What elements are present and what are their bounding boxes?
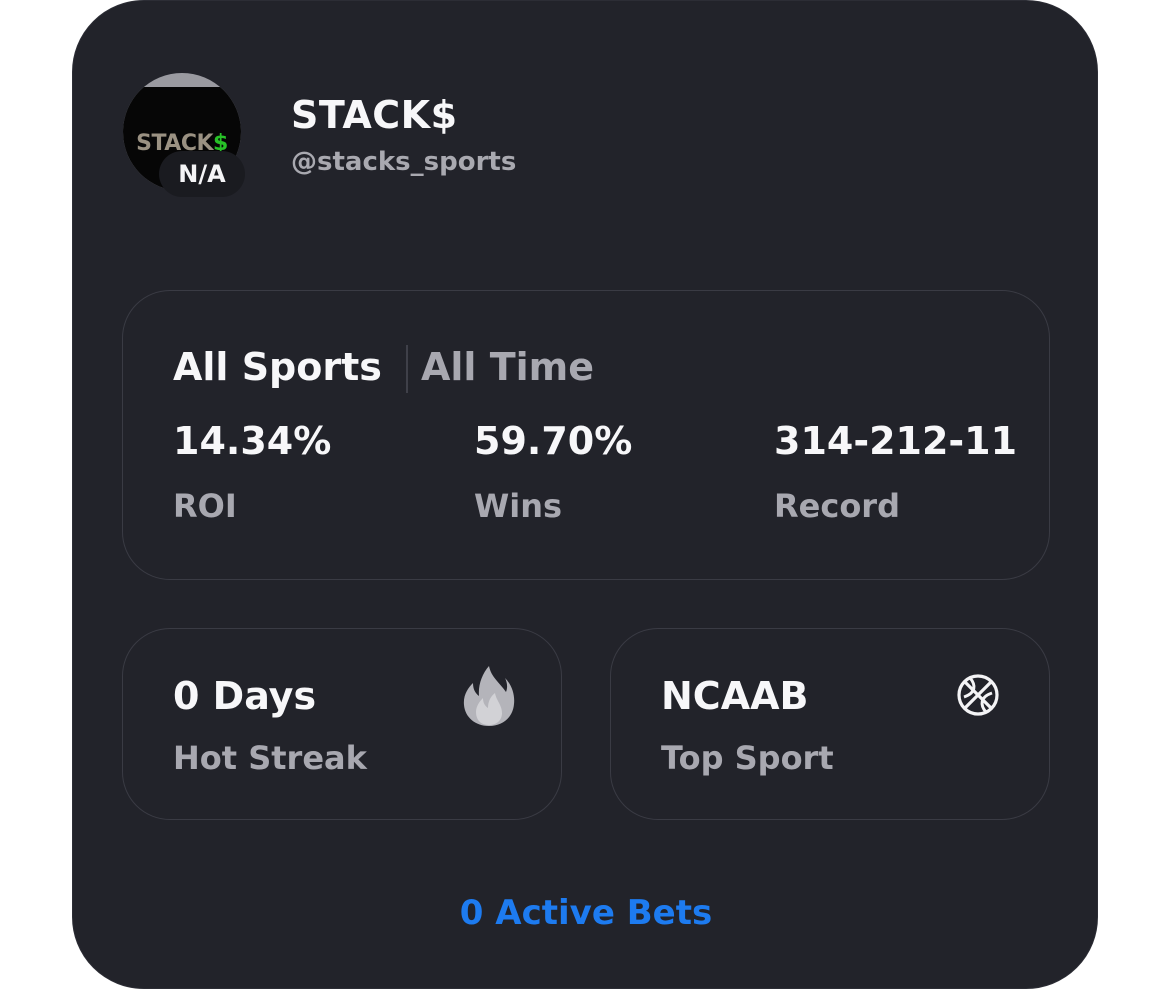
top-sport-tile[interactable]: NCAAB Top Sport: [610, 628, 1050, 820]
basketball-icon: [957, 674, 999, 716]
hot-streak-tile[interactable]: 0 Days Hot Streak: [122, 628, 562, 820]
hot-streak-label: Hot Streak: [173, 739, 367, 777]
stats-panel: All Sports All Time 14.34% ROI 59.70% Wi…: [122, 290, 1050, 580]
display-name: STACK$: [291, 93, 458, 137]
user-handle: @stacks_sports: [291, 147, 517, 177]
profile-card: STACK$ N/A STACK$ @stacks_sports All Spo…: [72, 0, 1098, 989]
record-label: Record: [774, 487, 900, 525]
time-filter[interactable]: All Time: [421, 345, 594, 389]
fire-icon: [463, 666, 515, 726]
filter-divider: [406, 345, 408, 393]
roi-label: ROI: [173, 487, 237, 525]
record-value: 314-212-11: [774, 419, 1018, 463]
wins-label: Wins: [474, 487, 563, 525]
roi-value: 14.34%: [173, 419, 332, 463]
sport-filter[interactable]: All Sports: [173, 345, 382, 389]
top-sport-value: NCAAB: [661, 674, 809, 718]
active-bets-link[interactable]: 0 Active Bets: [73, 893, 1099, 933]
rank-badge: N/A: [159, 151, 245, 197]
top-sport-label: Top Sport: [661, 739, 834, 777]
hot-streak-value: 0 Days: [173, 674, 317, 718]
wins-value: 59.70%: [474, 419, 633, 463]
